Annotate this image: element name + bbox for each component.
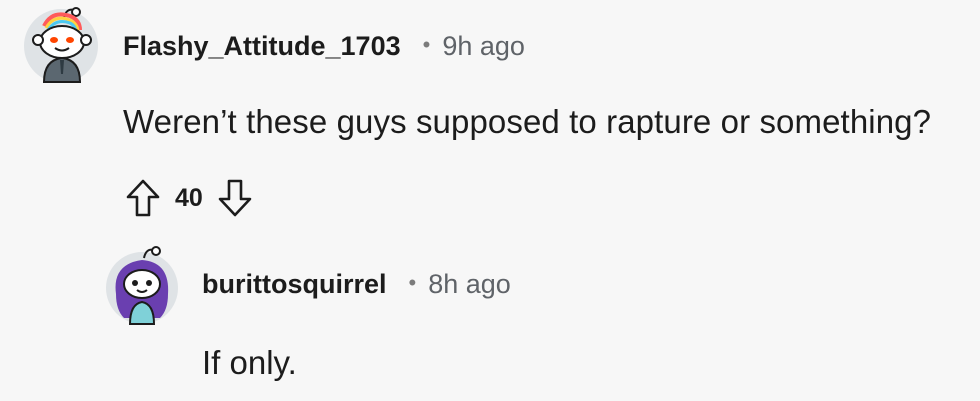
arrow-up-outline-icon	[126, 179, 160, 217]
comment-actions: 40	[123, 176, 255, 220]
comment-timestamp: 8h ago	[428, 268, 511, 299]
upvote-button[interactable]	[123, 176, 163, 220]
snoo-avatar-icon	[106, 246, 178, 325]
vote-score: 40	[175, 183, 203, 212]
comment-body: Weren’t these guys supposed to rapture o…	[123, 103, 932, 140]
comment-timestamp: 9h ago	[442, 30, 525, 61]
comment-meta: burittosquirrel • 8h ago	[202, 266, 511, 302]
comment-body: If only.	[202, 344, 297, 381]
meta-separator: •	[408, 270, 417, 295]
comment-username[interactable]: Flashy_Attitude_1703	[123, 31, 401, 62]
user-avatar[interactable]	[22, 4, 100, 84]
meta-separator: •	[422, 32, 431, 57]
snoo-avatar-icon	[24, 7, 98, 83]
comment-username[interactable]: burittosquirrel	[202, 269, 387, 300]
comment-meta: Flashy_Attitude_1703 • 9h ago	[123, 28, 525, 64]
downvote-button[interactable]	[215, 176, 255, 220]
arrow-down-outline-icon	[218, 179, 252, 217]
user-avatar[interactable]	[104, 244, 179, 326]
